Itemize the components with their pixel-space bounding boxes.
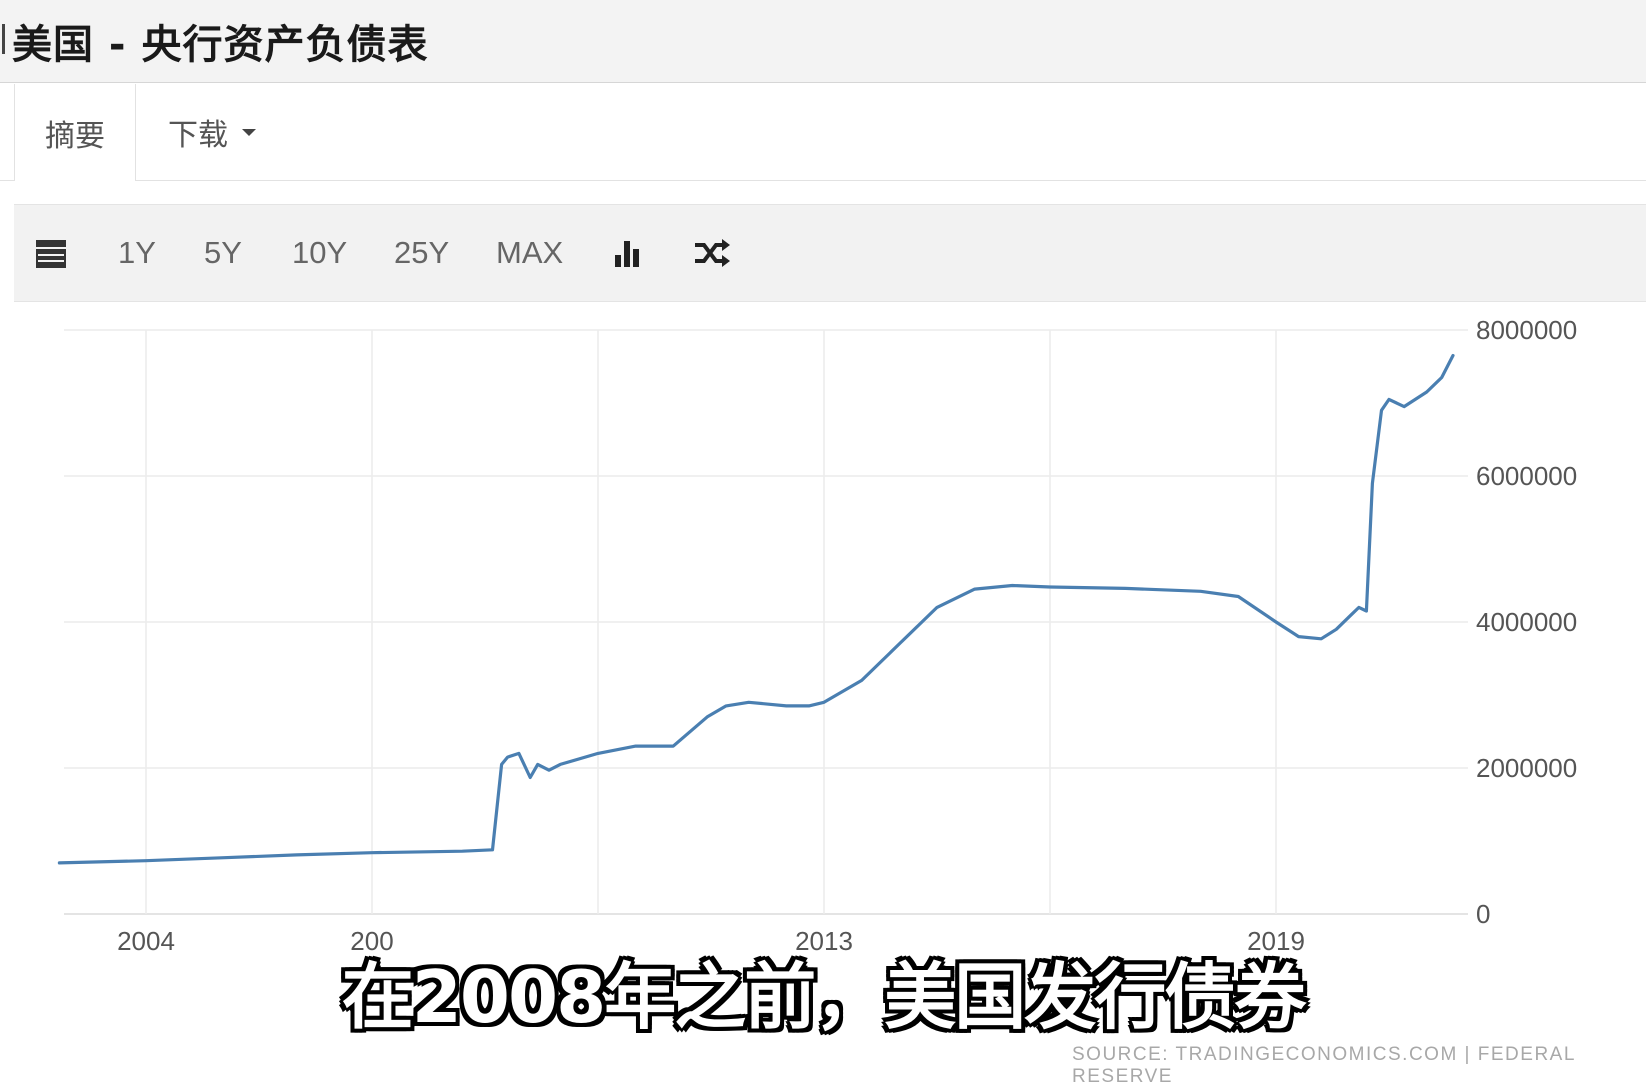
calendar-button[interactable] bbox=[36, 205, 66, 301]
y-tick-label: 6000000 bbox=[1476, 461, 1577, 491]
range-1y-button[interactable]: 1Y bbox=[118, 205, 156, 301]
tab-download-label: 下载 bbox=[168, 118, 228, 153]
tab-summary[interactable]: 摘要 bbox=[14, 84, 136, 181]
y-tick-label: 2000000 bbox=[1476, 753, 1577, 783]
tabs-row: 摘要 下载 bbox=[0, 84, 1646, 181]
series-line bbox=[57, 353, 1455, 865]
title-bar: 美国 - 央行资产负债表 bbox=[0, 0, 1646, 83]
y-tick-label: 8000000 bbox=[1476, 320, 1577, 345]
title-bar-edge bbox=[2, 24, 5, 54]
shuffle-icon bbox=[695, 239, 730, 267]
chart-source: SOURCE: TRADINGECONOMICS.COM | FEDERAL R… bbox=[1072, 1044, 1576, 1087]
range-25y-button[interactable]: 25Y bbox=[394, 205, 449, 301]
range-5y-button[interactable]: 5Y bbox=[204, 205, 242, 301]
chart-toolbar: 1Y 5Y 10Y 25Y MAX bbox=[14, 204, 1646, 302]
caret-down-icon bbox=[242, 128, 256, 136]
tab-download[interactable]: 下载 bbox=[168, 84, 256, 180]
video-subtitle: 在2008年之前，美国发行债券 bbox=[341, 955, 1306, 1039]
y-tick-label: 4000000 bbox=[1476, 607, 1577, 637]
page-title: 美国 - 央行资产负债表 bbox=[12, 22, 429, 68]
calendar-icon bbox=[36, 238, 66, 268]
y-tick-label: 0 bbox=[1476, 899, 1490, 929]
range-10y-button[interactable]: 10Y bbox=[292, 205, 347, 301]
range-max-button[interactable]: MAX bbox=[496, 205, 563, 301]
shuffle-button[interactable] bbox=[692, 205, 732, 301]
bar-chart-icon bbox=[615, 241, 639, 267]
bar-chart-button[interactable] bbox=[612, 205, 646, 301]
